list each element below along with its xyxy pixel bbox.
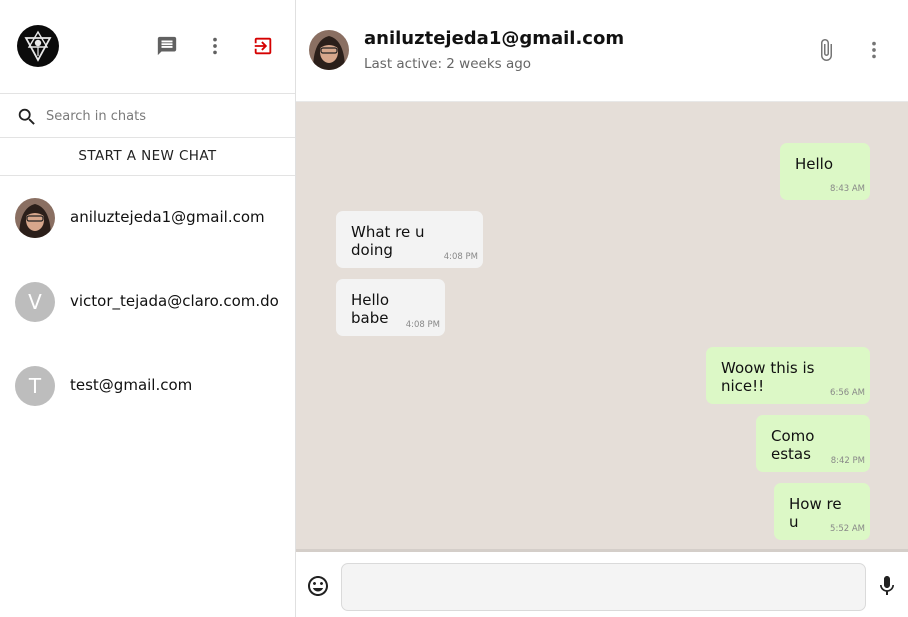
emoji-icon[interactable] [306, 574, 330, 598]
message-bubble-outgoing: Woow this is nice!! 6:56 AM [706, 347, 870, 404]
chat-icon[interactable] [154, 33, 180, 59]
conversation-header: aniluztejeda1@gmail.com Last active: 2 w… [296, 0, 908, 102]
search-input[interactable] [46, 105, 276, 127]
start-new-chat-button[interactable]: START A NEW CHAT [0, 138, 295, 176]
contact-name: aniluztejeda1@gmail.com [364, 28, 625, 49]
chat-contact-name: victor_tejada@claro.com.do [70, 292, 279, 310]
attach-icon[interactable] [813, 37, 839, 63]
more-vert-icon[interactable] [861, 37, 887, 63]
chat-contact-name: test@gmail.com [70, 376, 193, 394]
sidebar-header [0, 0, 295, 94]
message-list[interactable]: Hello 8:43 AM What re u doing 4:08 PM He… [296, 102, 908, 551]
last-active-status: Last active: 2 weeks ago [364, 56, 532, 72]
message-time: 4:08 PM [405, 320, 440, 330]
chat-list-item[interactable]: aniluztejeda1@gmail.com [0, 176, 295, 260]
chat-contact-name: aniluztejeda1@gmail.com [70, 208, 265, 226]
logout-icon[interactable] [250, 33, 276, 59]
search-icon [16, 106, 38, 128]
more-vert-icon[interactable] [202, 33, 228, 59]
message-bubble-incoming: Hello babe 4:08 PM [336, 279, 445, 336]
message-bubble-outgoing: How re u 5:52 AM [774, 483, 870, 540]
message-bubble-outgoing: Como estas 8:42 PM [756, 415, 870, 472]
message-composer [296, 552, 908, 617]
conversation-panel: aniluztejeda1@gmail.com Last active: 2 w… [296, 0, 908, 617]
message-time: 5:52 AM [830, 524, 865, 534]
sidebar: START A NEW CHAT aniluztejeda1@gmail.com… [0, 0, 296, 617]
message-text: Hello babe [351, 291, 390, 327]
chat-list-item[interactable]: T test@gmail.com [0, 344, 295, 428]
chat-search [0, 95, 295, 138]
message-text: Woow this is nice!! [721, 359, 815, 395]
mic-icon[interactable] [875, 574, 899, 598]
message-text: Hello [795, 155, 834, 173]
message-time: 8:43 AM [830, 184, 865, 194]
message-bubble-outgoing: Hello 8:43 AM [780, 143, 870, 200]
avatar: T [15, 366, 55, 406]
app-logo[interactable] [17, 25, 59, 67]
message-time: 4:08 PM [443, 252, 478, 262]
contact-avatar[interactable] [309, 30, 349, 70]
avatar [15, 198, 55, 238]
message-text: Como estas [771, 427, 815, 463]
message-text: What re u doing [351, 223, 425, 259]
message-time: 6:56 AM [830, 388, 865, 398]
message-time: 8:42 PM [830, 456, 865, 466]
message-bubble-incoming: What re u doing 4:08 PM [336, 211, 483, 268]
avatar: V [15, 282, 55, 322]
message-input[interactable] [341, 563, 866, 611]
chat-list-item[interactable]: V victor_tejada@claro.com.do [0, 260, 295, 344]
